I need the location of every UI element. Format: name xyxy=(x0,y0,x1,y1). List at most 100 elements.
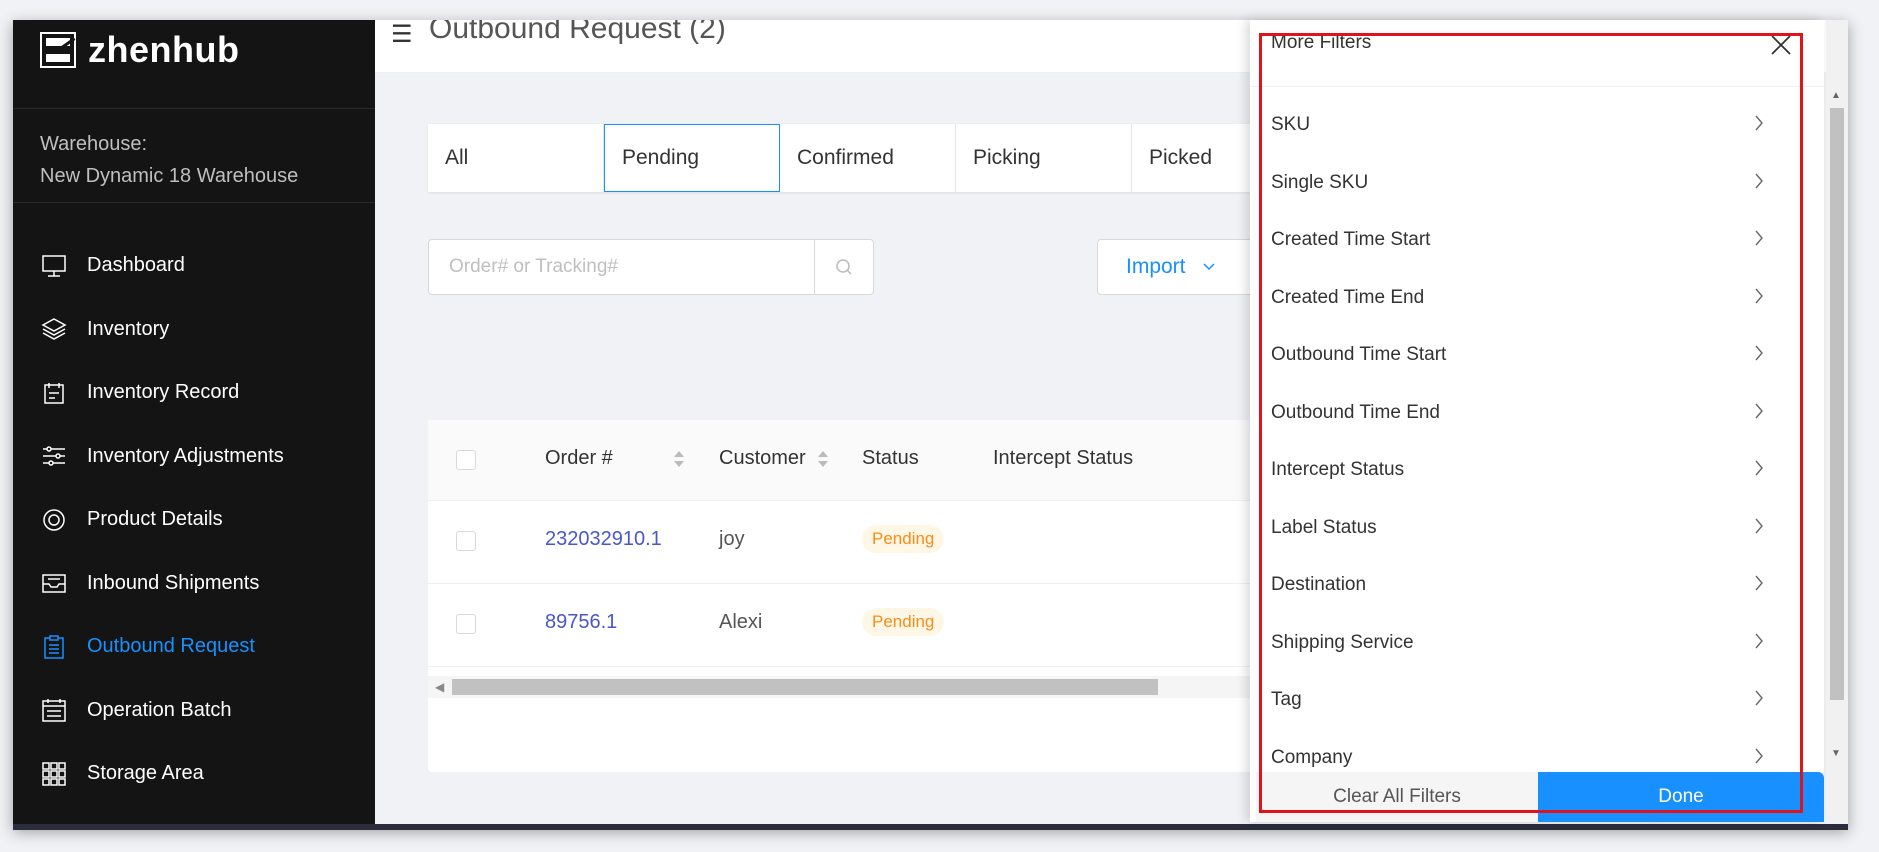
sidebar-item-label: Outbound Request xyxy=(87,635,255,658)
sidebar-item-dashboard[interactable]: Dashboard xyxy=(13,234,375,298)
filter-label: Outbound Time Start xyxy=(1271,344,1447,365)
filter-label: Single SKU xyxy=(1271,171,1369,193)
table-row[interactable]: 89756.1 Alexi Pending xyxy=(428,583,1308,667)
sidebar-item-product-details[interactable]: Product Details xyxy=(13,488,375,552)
scrollbar-thumb[interactable] xyxy=(452,679,1158,695)
tab-pending[interactable]: Pending xyxy=(604,124,780,192)
more-filters-drawer: More Filters SKU Single SKU Created Time… xyxy=(1250,20,1824,822)
col-intercept-status: Intercept Status xyxy=(993,447,1134,469)
filter-created-time-end[interactable]: Created Time End xyxy=(1250,281,1824,339)
import-button[interactable]: Import xyxy=(1097,239,1267,295)
scroll-down-icon[interactable]: ▼ xyxy=(1831,748,1841,759)
chevron-right-icon xyxy=(1755,288,1763,303)
filter-outbound-time-end[interactable]: Outbound Time End xyxy=(1250,396,1824,454)
sidebar-item-label: Dashboard xyxy=(87,254,185,277)
filter-outbound-time-start[interactable]: Outbound Time Start xyxy=(1250,338,1824,396)
col-customer[interactable]: Customer xyxy=(719,447,806,470)
search-placeholder: Order# or Tracking# xyxy=(449,256,618,277)
select-all-checkbox[interactable] xyxy=(456,450,476,470)
sidebar-item-inbound-shipments[interactable]: Inbound Shipments xyxy=(13,552,375,616)
sort-icon[interactable] xyxy=(817,447,829,471)
filter-label: Created Time End xyxy=(1271,286,1425,308)
filter-intercept-status[interactable]: Intercept Status xyxy=(1250,453,1824,511)
sliders-icon xyxy=(40,442,68,470)
menu-toggle-icon[interactable]: ☰ xyxy=(391,20,413,49)
warehouse-info[interactable]: Warehouse: New Dynamic 18 Warehouse xyxy=(40,128,298,192)
sidebar-item-label: Product Details xyxy=(87,508,223,531)
filter-label: Outbound Time End xyxy=(1271,401,1440,423)
done-button[interactable]: Done xyxy=(1538,772,1824,822)
chevron-right-icon xyxy=(1755,115,1763,131)
sidebar-item-outbound-request[interactable]: Outbound Request xyxy=(13,615,375,679)
col-order[interactable]: Order # xyxy=(545,447,613,470)
grid-icon xyxy=(40,760,68,788)
sidebar-item-inventory-record[interactable]: Inventory Record xyxy=(13,361,375,425)
chevron-right-icon xyxy=(1755,633,1763,648)
calendar-icon xyxy=(40,696,68,724)
customer-name: Alexi xyxy=(719,611,763,633)
filter-label: Label Status xyxy=(1271,516,1377,538)
sidebar: zhenhub Warehouse: New Dynamic 18 Wareho… xyxy=(13,20,375,828)
logo-mark-icon xyxy=(40,32,76,68)
orders-table: Order # Customer Status Intercept Status… xyxy=(428,420,1308,772)
filter-destination[interactable]: Destination xyxy=(1250,568,1824,626)
filter-label: Intercept Status xyxy=(1271,459,1405,480)
search-icon xyxy=(836,259,852,275)
import-label: Import xyxy=(1126,255,1186,278)
row-checkbox[interactable] xyxy=(456,531,476,551)
sidebar-item-operation-batch[interactable]: Operation Batch xyxy=(13,679,375,743)
col-status: Status xyxy=(862,447,919,469)
tab-all[interactable]: All xyxy=(428,124,604,192)
sidebar-item-label: Inbound Shipments xyxy=(87,571,260,594)
sidebar-item-label: Inventory xyxy=(87,317,170,340)
product-icon xyxy=(40,506,68,534)
sidebar-item-inventory[interactable]: Inventory xyxy=(13,298,375,362)
table-row[interactable]: 232032910.1 joy Pending xyxy=(428,500,1308,584)
clipboard-icon xyxy=(40,633,68,661)
search-button[interactable] xyxy=(814,240,873,294)
table-header: Order # Customer Status Intercept Status xyxy=(428,420,1308,501)
status-badge: Pending xyxy=(862,608,945,636)
filter-label-status[interactable]: Label Status xyxy=(1250,511,1824,569)
chevron-right-icon xyxy=(1755,460,1763,476)
tab-confirmed[interactable]: Confirmed xyxy=(780,124,956,192)
status-tabs: All Pending Confirmed Picking Picked xyxy=(428,124,1308,192)
vertical-scrollbar[interactable]: ▲ ▼ xyxy=(1826,20,1848,822)
logo[interactable]: zhenhub xyxy=(40,28,239,72)
monitor-icon xyxy=(40,252,68,280)
tab-picking[interactable]: Picking xyxy=(956,124,1132,192)
filter-label: Tag xyxy=(1271,689,1302,710)
filter-label: Created Time Start xyxy=(1271,229,1431,250)
sort-icon[interactable] xyxy=(673,447,685,471)
horizontal-scrollbar[interactable]: ◀ xyxy=(428,676,1308,698)
close-icon[interactable] xyxy=(1768,32,1794,58)
chevron-right-icon xyxy=(1755,345,1763,361)
warehouse-label: Warehouse: xyxy=(40,133,148,155)
filter-created-time-start[interactable]: Created Time Start xyxy=(1250,223,1824,281)
clear-all-filters-button[interactable]: Clear All Filters xyxy=(1256,772,1538,822)
scroll-up-icon[interactable]: ▲ xyxy=(1831,90,1841,101)
filter-label: SKU xyxy=(1271,114,1311,135)
record-icon xyxy=(40,379,68,407)
sidebar-item-inventory-adjustments[interactable]: Inventory Adjustments xyxy=(13,425,375,489)
filter-sku[interactable]: SKU xyxy=(1250,108,1824,166)
sidebar-item-label: Inventory Adjustments xyxy=(87,444,284,467)
page-title: Outbound Request (2) xyxy=(429,20,726,45)
layers-icon xyxy=(40,315,68,343)
chevron-right-icon xyxy=(1755,173,1763,188)
search-input[interactable]: Order# or Tracking# xyxy=(428,239,874,295)
order-link[interactable]: 89756.1 xyxy=(545,611,617,634)
order-link[interactable]: 232032910.1 xyxy=(545,528,662,551)
scroll-left-icon[interactable]: ◀ xyxy=(435,680,444,694)
filter-single-sku[interactable]: Single SKU xyxy=(1250,166,1824,224)
filter-tag[interactable]: Tag xyxy=(1250,683,1824,741)
row-checkbox[interactable] xyxy=(456,614,476,634)
scrollbar-thumb[interactable] xyxy=(1830,108,1844,700)
filter-label: Destination xyxy=(1271,574,1367,595)
sidebar-item-label: Operation Batch xyxy=(87,698,232,721)
chevron-right-icon xyxy=(1755,230,1763,246)
filter-shipping-service[interactable]: Shipping Service xyxy=(1250,626,1824,684)
chevron-right-icon xyxy=(1755,575,1763,591)
sidebar-item-storage-area[interactable]: Storage Area xyxy=(13,742,375,806)
filter-label: Company xyxy=(1271,746,1353,768)
